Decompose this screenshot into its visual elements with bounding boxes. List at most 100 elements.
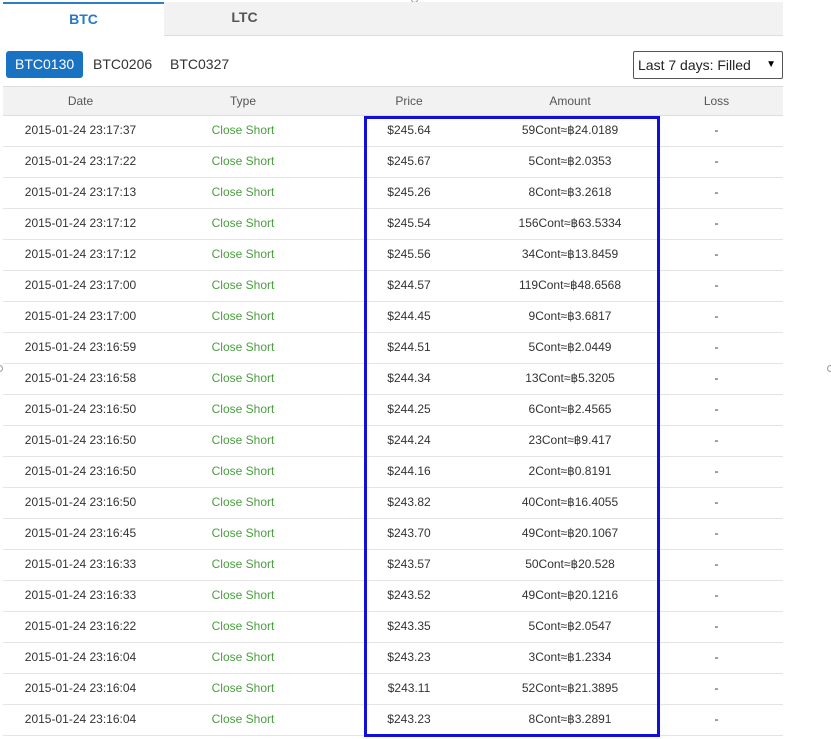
cell-amount: 59Cont≈฿24.0189 <box>521 123 619 137</box>
cell-amount: 8Cont≈฿3.2891 <box>528 712 612 726</box>
column-header-amount[interactable]: Amount <box>490 87 650 115</box>
cell-price: $243.82 <box>387 495 431 509</box>
cell-price: $243.11 <box>387 681 431 695</box>
cell-price: $243.23 <box>387 712 431 726</box>
cell-price: $245.54 <box>387 216 431 230</box>
orders-table: Date Type Price Amount Loss 2015-01-24 2… <box>3 86 783 736</box>
cell-type: Close Short <box>211 402 275 416</box>
table-row[interactable]: 2015-01-24 23:16:04 Close Short $243.23 3Co… <box>3 643 783 674</box>
period-filter-select[interactable]: Last 7 days: Filled ▼ <box>633 51 783 79</box>
table-row[interactable]: 2015-01-24 23:16:50 Close Short $244.16 2Co… <box>3 457 783 488</box>
cell-amount: 49Cont≈฿20.1216 <box>521 588 619 602</box>
cell-date: 2015-01-24 23:16:59 <box>24 340 137 354</box>
cell-type: Close Short <box>211 588 275 602</box>
cell-amount: 3Cont≈฿1.2334 <box>528 650 612 664</box>
contract-tab-btc0206[interactable]: BTC0206 <box>93 51 152 78</box>
cell-amount: 8Cont≈฿3.2618 <box>528 185 612 199</box>
cell-price: $244.25 <box>387 402 431 416</box>
resize-handle-right[interactable] <box>827 365 831 372</box>
cell-price: $244.24 <box>387 433 431 447</box>
cell-type: Close Short <box>211 464 275 478</box>
cell-price: $243.35 <box>387 619 431 633</box>
cell-price: $244.57 <box>387 278 431 292</box>
cell-loss: - <box>714 154 719 168</box>
table-row[interactable]: 2015-01-24 23:16:04 Close Short $243.23 8Co… <box>3 705 783 736</box>
table-row[interactable]: 2015-01-24 23:17:12 Close Short $245.56 34C… <box>3 240 783 271</box>
cell-loss: - <box>714 619 719 633</box>
cell-type: Close Short <box>211 185 275 199</box>
cell-loss: - <box>714 464 719 478</box>
cell-amount: 13Cont≈฿5.3205 <box>525 371 615 385</box>
cell-type: Close Short <box>211 247 275 261</box>
cell-amount: 5Cont≈฿2.0353 <box>528 154 612 168</box>
cell-date: 2015-01-24 23:16:33 <box>24 557 137 571</box>
cell-date: 2015-01-24 23:17:37 <box>24 123 137 137</box>
table-row[interactable]: 2015-01-24 23:16:33 Close Short $243.57 50C… <box>3 550 783 581</box>
cell-price: $244.45 <box>387 309 431 323</box>
table-header: Date Type Price Amount Loss <box>3 86 783 116</box>
table-row[interactable]: 2015-01-24 23:16:50 Close Short $244.25 6Co… <box>3 395 783 426</box>
column-header-date[interactable]: Date <box>3 87 158 115</box>
table-row[interactable]: 2015-01-24 23:17:37 Close Short $245.64 59C… <box>3 116 783 147</box>
tab-btc[interactable]: BTC <box>3 2 164 37</box>
table-row[interactable]: 2015-01-24 23:17:22 Close Short $245.67 5Co… <box>3 147 783 178</box>
cell-type: Close Short <box>211 495 275 509</box>
cell-price: $245.26 <box>387 185 431 199</box>
cell-type: Close Short <box>211 340 275 354</box>
cell-price: $245.56 <box>387 247 431 261</box>
contract-tab-btc0130[interactable]: BTC0130 <box>6 51 84 78</box>
cell-amount: 119Cont≈฿48.6568 <box>518 278 622 292</box>
cell-loss: - <box>714 123 719 137</box>
table-row[interactable]: 2015-01-24 23:16:50 Close Short $243.82 40C… <box>3 488 783 519</box>
table-row[interactable]: 2015-01-24 23:16:04 Close Short $243.11 52C… <box>3 674 783 705</box>
cell-type: Close Short <box>211 650 275 664</box>
table-row[interactable]: 2015-01-24 23:16:45 Close Short $243.70 49C… <box>3 519 783 550</box>
cell-date: 2015-01-24 23:17:12 <box>24 216 137 230</box>
cell-loss: - <box>714 309 719 323</box>
column-header-price[interactable]: Price <box>328 87 490 115</box>
table-row[interactable]: 2015-01-24 23:16:59 Close Short $244.51 5Co… <box>3 333 783 364</box>
cell-loss: - <box>714 526 719 540</box>
cell-amount: 49Cont≈฿20.1067 <box>521 526 619 540</box>
table-row[interactable]: 2015-01-24 23:17:13 Close Short $245.26 8Co… <box>3 178 783 209</box>
cell-type: Close Short <box>211 433 275 447</box>
table-row[interactable]: 2015-01-24 23:17:00 Close Short $244.57 119… <box>3 271 783 302</box>
cell-amount: 5Cont≈฿2.0449 <box>528 340 612 354</box>
cell-loss: - <box>714 340 719 354</box>
column-header-loss[interactable]: Loss <box>650 87 783 115</box>
cell-price: $243.57 <box>387 557 431 571</box>
table-row[interactable]: 2015-01-24 23:16:33 Close Short $243.52 49C… <box>3 581 783 612</box>
cell-date: 2015-01-24 23:16:04 <box>24 681 137 695</box>
cell-date: 2015-01-24 23:16:33 <box>24 588 137 602</box>
cell-date: 2015-01-24 23:16:04 <box>24 712 137 726</box>
cell-loss: - <box>714 433 719 447</box>
tab-ltc[interactable]: LTC <box>164 2 325 36</box>
cell-amount: 34Cont≈฿13.8459 <box>521 247 619 261</box>
cell-amount: 23Cont≈฿9.417 <box>528 433 612 447</box>
table-row[interactable]: 2015-01-24 23:17:12 Close Short $245.54 156… <box>3 209 783 240</box>
cell-type: Close Short <box>211 216 275 230</box>
cell-type: Close Short <box>211 557 275 571</box>
contract-tab-btc0327[interactable]: BTC0327 <box>170 51 229 78</box>
table-row[interactable]: 2015-01-24 23:16:22 Close Short $243.35 5Co… <box>3 612 783 643</box>
cell-date: 2015-01-24 23:17:00 <box>24 278 137 292</box>
table-row[interactable]: 2015-01-24 23:16:50 Close Short $244.24 23C… <box>3 426 783 457</box>
cell-loss: - <box>714 557 719 571</box>
cell-price: $245.64 <box>387 123 431 137</box>
cell-price: $244.34 <box>387 371 431 385</box>
cell-date: 2015-01-24 23:17:22 <box>24 154 137 168</box>
table-row[interactable]: 2015-01-24 23:16:58 Close Short $244.34 13C… <box>3 364 783 395</box>
cell-date: 2015-01-24 23:16:50 <box>24 495 137 509</box>
cell-type: Close Short <box>211 309 275 323</box>
cell-date: 2015-01-24 23:16:58 <box>24 371 137 385</box>
cell-date: 2015-01-24 23:16:04 <box>24 650 137 664</box>
cell-loss: - <box>714 247 719 261</box>
cell-price: $244.51 <box>387 340 431 354</box>
cell-price: $243.70 <box>387 526 431 540</box>
cell-price: $245.67 <box>387 154 431 168</box>
cell-type: Close Short <box>211 712 275 726</box>
column-header-type[interactable]: Type <box>158 87 328 115</box>
period-filter-value: Last 7 days: Filled <box>638 57 751 73</box>
table-row[interactable]: 2015-01-24 23:17:00 Close Short $244.45 9Co… <box>3 302 783 333</box>
currency-tab-bar: BTC LTC <box>3 2 783 37</box>
